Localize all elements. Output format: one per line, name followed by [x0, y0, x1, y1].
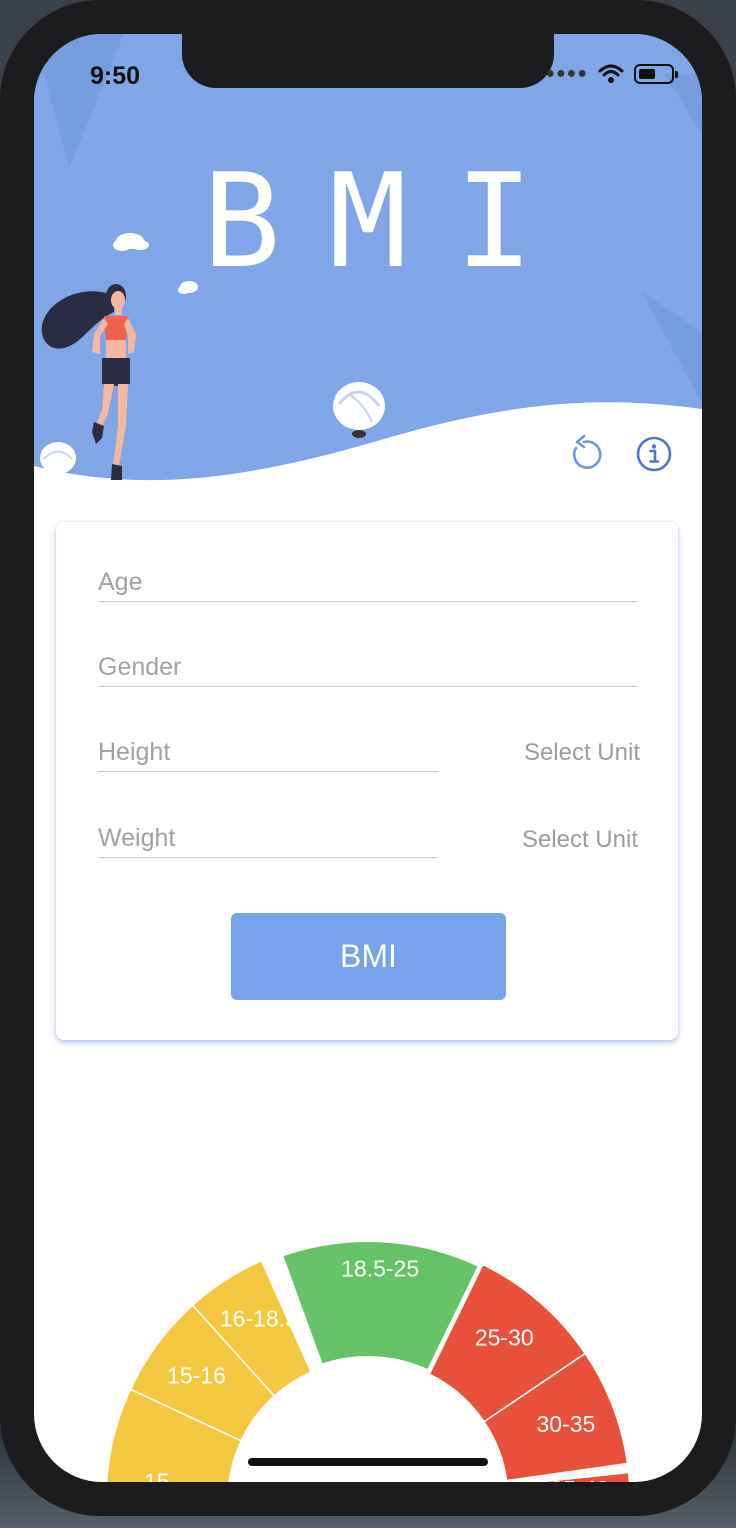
age-field[interactable]: Age — [98, 558, 638, 602]
gender-field[interactable]: Gender — [98, 643, 638, 687]
gauge-label-16-18.5: 16-18.5 — [220, 1305, 298, 1331]
status-time: 9:50 — [90, 62, 141, 90]
info-icon — [636, 436, 672, 472]
cellular-signal-icon: ●●●● — [545, 65, 588, 82]
weight-field[interactable]: Weight — [98, 814, 438, 858]
home-indicator — [248, 1458, 488, 1466]
battery-icon — [634, 64, 678, 84]
info-button[interactable] — [632, 432, 676, 476]
status-icons: ●●●● — [545, 64, 678, 84]
weight-unit-select[interactable]: Select Unit — [522, 826, 638, 854]
gauge-label-15-16: 15-16 — [167, 1362, 226, 1388]
hero-banner: 9:50 ●●●● BMI — [34, 34, 702, 494]
reset-icon — [572, 434, 602, 469]
gender-placeholder: Gender — [98, 653, 182, 681]
bmi-range-gauge: 15 15-16 16-18.5 18.5-25 25-30 30-35 35-40 — [105, 1234, 631, 1482]
app-screen: 9:50 ●●●● BMI Age Gender Height Select U… — [34, 34, 702, 1482]
gauge-label-18.5-25: 18.5-25 — [341, 1255, 419, 1281]
bmi-form-card: Age Gender Height Select Unit Weight Sel… — [56, 522, 678, 1040]
calculate-bmi-button[interactable]: BMI — [231, 913, 506, 1000]
gauge-label-35-40: 35-40 — [550, 1476, 609, 1482]
age-placeholder: Age — [98, 568, 143, 596]
reset-button[interactable] — [562, 432, 606, 476]
gauge-label-25-30: 25-30 — [475, 1325, 534, 1351]
device-frame: 9:50 ●●●● BMI Age Gender Height Select U… — [0, 0, 736, 1516]
wifi-icon — [598, 64, 624, 83]
hero-title: BMI — [202, 145, 582, 297]
weight-placeholder: Weight — [98, 824, 176, 852]
gauge-label-30-35: 30-35 — [537, 1411, 596, 1437]
height-field[interactable]: Height — [98, 728, 439, 772]
height-unit-select[interactable]: Select Unit — [524, 739, 640, 767]
device-notch — [182, 34, 554, 88]
gauge-label-15: 15 — [144, 1469, 170, 1482]
height-placeholder: Height — [98, 738, 171, 766]
